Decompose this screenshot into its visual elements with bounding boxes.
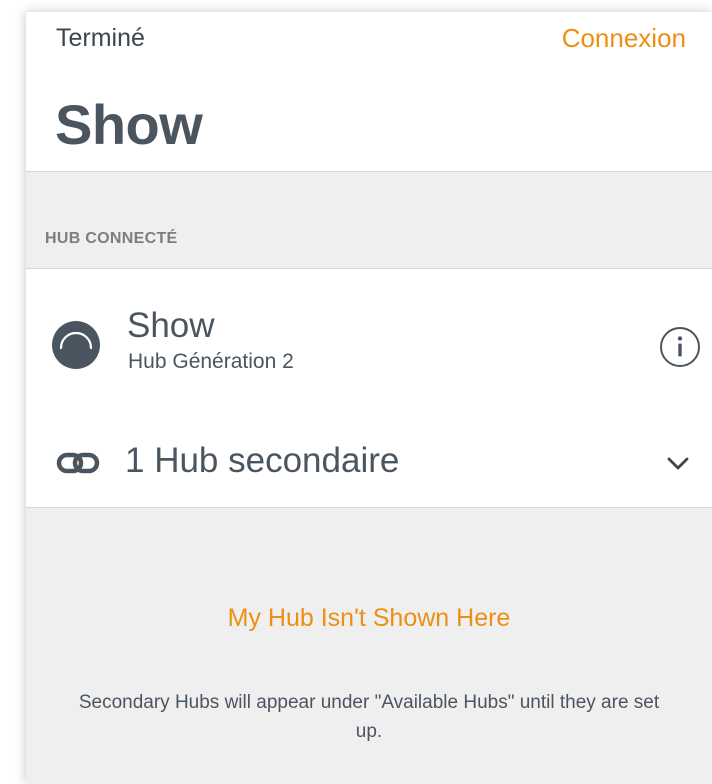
secondary-hubs-help-text: Secondary Hubs will appear under "Availa… [78,692,660,742]
done-button[interactable]: Terminé [56,24,145,53]
hub-status-icon [52,321,100,369]
hub-not-shown-link[interactable]: My Hub Isn't Shown Here [26,604,712,633]
chevron-down-icon[interactable] [660,445,696,481]
page-title: Show [55,93,203,156]
secondary-hubs-label: 1 Hub secondaire [125,441,400,480]
hub-name: Show [127,306,215,345]
section-label-connected-hub: HUB CONNECTÉ [45,230,178,247]
connected-hub-row[interactable]: Show Hub Génération 2 [26,268,712,418]
info-icon[interactable] [658,325,702,369]
header: Terminé Connexion Show [26,12,712,172]
hub-settings-screen: Terminé Connexion Show HUB CONNECTÉ Show… [26,12,712,784]
secondary-hubs-row[interactable]: 1 Hub secondaire [26,417,712,508]
link-icon [56,452,100,474]
connect-button[interactable]: Connexion [562,23,686,54]
hub-subtitle: Hub Génération 2 [128,350,294,373]
